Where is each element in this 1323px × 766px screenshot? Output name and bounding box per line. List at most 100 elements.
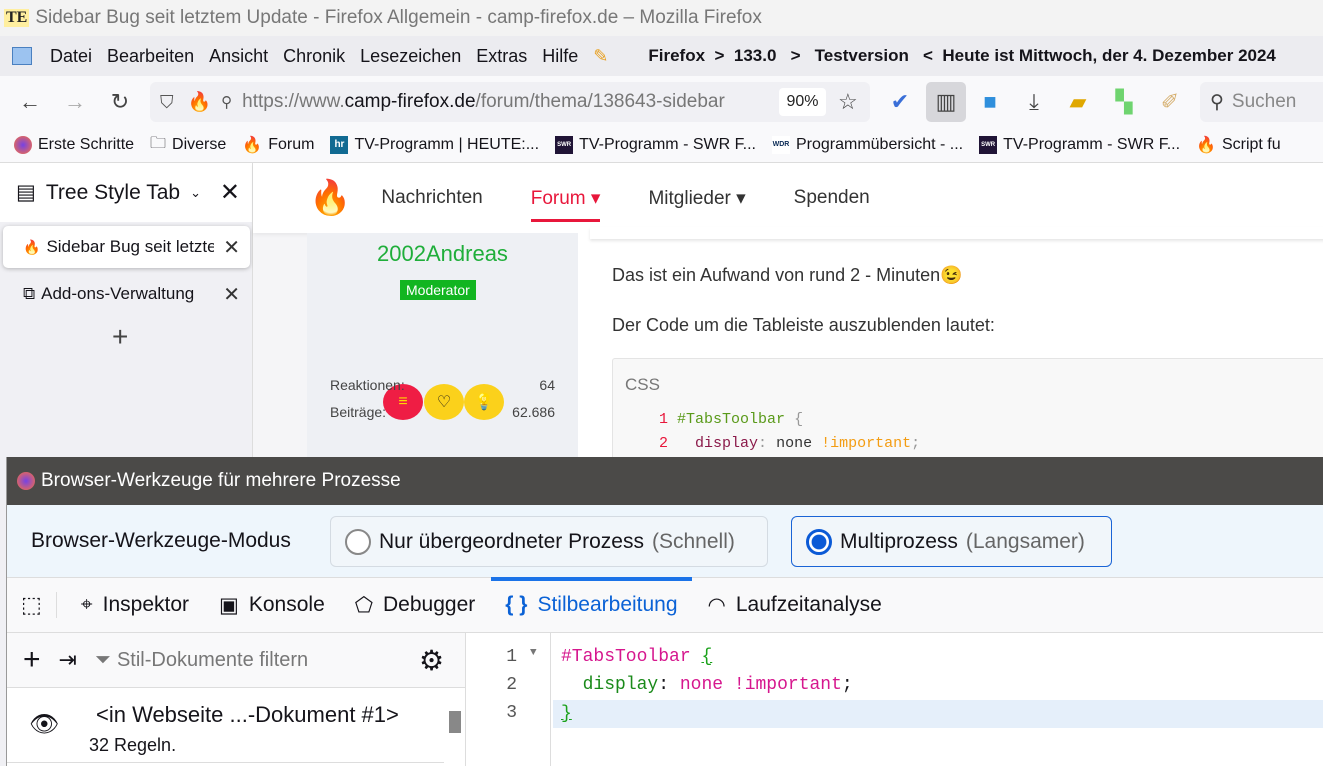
mode-bar: Browser-Werkzeuge-Modus Nur übergeordnet… (7, 505, 1323, 578)
nav-forum[interactable]: Forum ▾ (530, 187, 600, 222)
bookmark-item[interactable]: 🔥 Forum (242, 135, 314, 155)
broom-icon[interactable]: ✐ (1156, 88, 1184, 116)
flame-icon: 🔥 (23, 238, 41, 255)
code-line: display: none !important; (582, 675, 853, 695)
sidebar-tab[interactable]: ⧉ Add-ons-Verwaltung ✕ (3, 273, 250, 315)
menu-extras[interactable]: Extras (476, 46, 527, 67)
notepad-icon[interactable]: ✎ (593, 46, 608, 67)
swr-icon: SWR (979, 136, 998, 154)
url-text[interactable]: https://www.camp-firefox.de/forum/thema/… (242, 91, 725, 113)
bookmark-item[interactable]: Erste Schritte (14, 136, 134, 154)
eye-icon[interactable]: 👁 (29, 710, 59, 739)
app-icon: TE (4, 9, 30, 27)
filter-input[interactable]: ⏷ Stil-Dokumente filtern (95, 649, 308, 672)
sidebar-title[interactable]: Tree Style Tab (46, 181, 180, 205)
tab-konsole[interactable]: ▣ Konsole (219, 593, 325, 618)
bookmark-star-icon[interactable]: ☆ (838, 89, 858, 115)
reload-button[interactable]: ↻ (106, 88, 134, 116)
menu-bearbeiten[interactable]: Bearbeiten (107, 46, 194, 67)
bookmark-item[interactable]: SWR TV-Programm - SWR F... (979, 136, 1180, 154)
zoom-indicator[interactable]: 90% (779, 88, 826, 116)
debugger-icon: ⬠ (354, 593, 374, 617)
mode-multiprocess-radio[interactable]: Multiprozess (Langsamer) (791, 516, 1112, 567)
close-tab-icon[interactable]: ✕ (223, 282, 240, 307)
stylesheet-item[interactable]: 👁 <in Webseite ...-Dokument #1> 32 Regel… (7, 688, 444, 763)
puzzle-icon: ⧉ (23, 284, 36, 303)
hr-icon: hr (330, 136, 349, 154)
nav-spenden[interactable]: Spenden (794, 187, 870, 209)
devtools-tabs: ⬚ ⌖ Inspektor ▣ Konsole ⬠ Debugger { } Stilb… (7, 577, 1323, 633)
site-flame-icon: 🔥 (187, 92, 212, 113)
site-navigation: 🔥 Nachrichten Forum ▾ Mitglieder ▾ Spend… (253, 163, 1323, 233)
role-badge: Moderator (400, 280, 476, 300)
element-picker-icon[interactable]: ⬚ (21, 592, 57, 618)
tab-laufzeitanalyse[interactable]: ◠ Laufzeitanalyse (708, 593, 882, 618)
settings-gear-icon[interactable]: ⚙ (419, 644, 444, 677)
w3c-validator-icon[interactable]: ✔ (886, 88, 914, 116)
tab-debugger[interactable]: ⬠ Debugger (355, 593, 476, 618)
bookmark-item[interactable]: 🗀 Diverse (150, 132, 226, 159)
inspector-icon: ⌖ (80, 593, 93, 616)
shield-icon[interactable]: ⛉ (160, 92, 174, 113)
gauge-icon: ◠ (707, 593, 726, 617)
firefox-icon (14, 136, 32, 154)
code-language: CSS (625, 375, 660, 394)
tab-stilbearbeitung[interactable]: { } Stilbearbeitung (491, 577, 692, 617)
open-folder-icon[interactable]: ▰ (1064, 88, 1092, 116)
fold-arrow-icon[interactable]: ▼ (530, 647, 537, 659)
menu-lesezeichen[interactable]: Lesezeichen (360, 46, 461, 67)
version-info: Firefox > 133.0 > Testversion < Heute is… (648, 46, 1276, 65)
devtools-title: Browser-Werkzeuge für mehrere Prozesse (41, 470, 401, 491)
mode-parent-process-radio[interactable]: Nur übergeordneter Prozess (Schnell) (330, 516, 768, 567)
braces-icon: { } (505, 593, 528, 616)
bookmark-item[interactable]: 🔥 Script fu (1196, 135, 1281, 155)
menu-ansicht[interactable]: Ansicht (209, 46, 268, 67)
close-tab-icon[interactable]: ✕ (223, 235, 240, 260)
tab-inspektor[interactable]: ⌖ Inspektor (81, 593, 189, 617)
line-number: 3 (506, 703, 517, 723)
download-icon[interactable]: ⤓ (1020, 88, 1048, 116)
back-button[interactable]: ← (16, 88, 44, 116)
wdr-icon: WDR (771, 136, 790, 154)
flame-icon: 🔥 (1196, 137, 1216, 154)
bookmark-item[interactable]: SWR TV-Programm - SWR F... (555, 136, 756, 154)
menu-datei[interactable]: Datei (50, 46, 92, 67)
browser-toolbox-window: Browser-Werkzeuge für mehrere Prozesse B… (6, 457, 1323, 766)
folder-icon: 🗀 (150, 134, 167, 152)
chevron-down-icon[interactable]: ⌄ (190, 185, 201, 201)
site-logo-flame-icon[interactable]: 🔥 (309, 178, 351, 218)
code-line: #TabsToolbar { (561, 647, 713, 667)
sidebar-toggle-icon[interactable]: ▥ (926, 82, 966, 122)
permissions-icon[interactable]: ⚲ (221, 93, 232, 111)
tree-style-tab-icon: ▤ (16, 181, 36, 204)
search-input[interactable]: ⚲ Suchen (1200, 82, 1323, 122)
devtools-titlebar: Browser-Werkzeuge für mehrere Prozesse (7, 457, 1323, 505)
url-bar[interactable]: ⛉ 🔥 ⚲ https://www.camp-firefox.de/forum/… (150, 82, 870, 122)
nav-mitglieder[interactable]: Mitglieder ▾ (648, 187, 745, 210)
sidebar-header: ▤ Tree Style Tab ⌄ ✕ (0, 163, 252, 222)
firefox-icon (17, 472, 35, 490)
wink-emoji-icon: 😉 (940, 265, 963, 285)
bookmark-item[interactable]: WDR Programmübersicht - ... (771, 136, 963, 154)
scrollbar[interactable] (449, 711, 461, 733)
close-sidebar-icon[interactable]: ✕ (220, 178, 240, 207)
menu-chronik[interactable]: Chronik (283, 46, 345, 67)
new-tab-icon[interactable]: + (112, 321, 128, 353)
forward-button[interactable]: → (61, 88, 89, 116)
nav-nachrichten[interactable]: Nachrichten (381, 187, 482, 209)
author-name[interactable]: 2002Andreas (307, 241, 578, 267)
calendar-icon[interactable] (12, 47, 32, 65)
code-line-active: } (553, 700, 1323, 728)
import-icon[interactable]: ⇥ (59, 647, 77, 673)
menu-bar: Datei Bearbeiten Ansicht Chronik Lesezei… (0, 36, 1323, 76)
menu-hilfe[interactable]: Hilfe (542, 46, 578, 67)
console-icon: ▣ (219, 593, 239, 617)
css-editor[interactable]: 1 2 3 ▼ #TabsToolbar { display: none !im… (466, 633, 1323, 766)
bookmark-item[interactable]: hr TV-Programm | HEUTE:... (330, 136, 539, 154)
new-stylesheet-icon[interactable]: + (23, 643, 41, 677)
folder-icon[interactable]: ■ (976, 88, 1004, 116)
extension-icon[interactable]: ▚ (1110, 88, 1138, 116)
line-number: 2 (506, 675, 517, 695)
sidebar-tab[interactable]: 🔥 Sidebar Bug seit letztem Update ✕ (3, 226, 250, 268)
navigation-toolbar: ← → ↻ ⛉ 🔥 ⚲ https://www.camp-firefox.de/… (0, 76, 1323, 128)
